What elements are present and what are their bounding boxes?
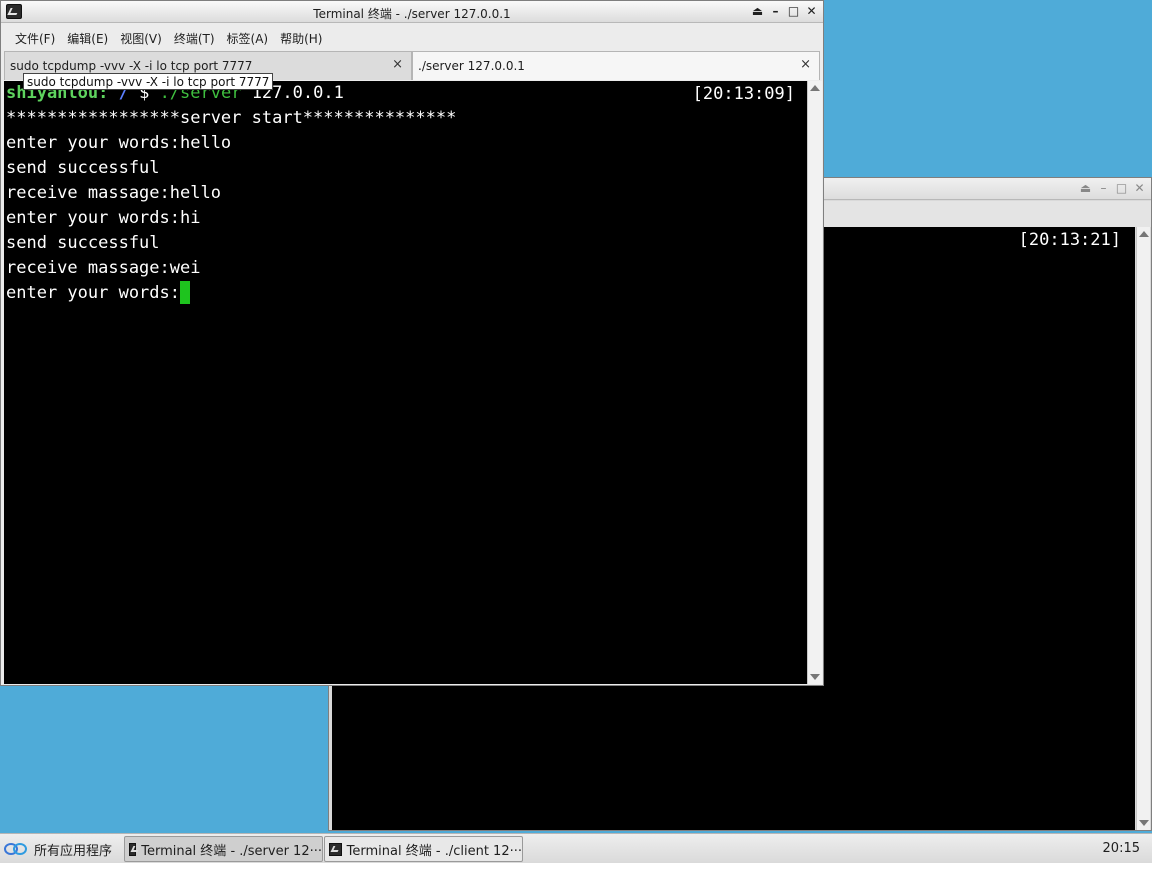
menu-view[interactable]: 视图(V): [114, 25, 168, 49]
taskbar-item-label: Terminal 终端 - ./client 12···: [346, 843, 522, 859]
output-line: enter your words:hi: [6, 208, 201, 228]
text-cursor: [180, 281, 190, 304]
minimize-icon[interactable]: –: [1095, 180, 1112, 197]
input-line[interactable]: enter your words:: [6, 281, 190, 306]
shade-icon[interactable]: ⏏: [749, 3, 766, 20]
scroll-up-icon[interactable]: [1139, 231, 1149, 237]
client-scrollbar[interactable]: [1136, 227, 1150, 830]
output-line: enter your words:hello: [6, 133, 232, 153]
output-line: send successful: [6, 158, 160, 178]
menu-edit[interactable]: 编辑(E): [61, 25, 114, 49]
clock[interactable]: 20:15: [1103, 841, 1140, 856]
output-line: receive massage:hello: [6, 183, 221, 203]
scroll-up-icon[interactable]: [810, 85, 820, 91]
tab-server[interactable]: ./server 127.0.0.1 ×: [412, 51, 820, 80]
input-prompt: enter your words:: [6, 283, 180, 303]
menu-tabs[interactable]: 标签(A): [221, 25, 275, 49]
scroll-down-icon[interactable]: [1139, 820, 1149, 826]
applications-label: 所有应用程序: [34, 843, 113, 859]
window-title: Terminal 终端 - ./server 127.0.0.1: [313, 7, 511, 21]
server-scrollbar[interactable]: [807, 81, 822, 684]
taskbar-item-label: Terminal 终端 - ./server 12···: [141, 843, 322, 859]
menu-terminal[interactable]: 终端(T): [168, 25, 221, 49]
tab-label: ./server 127.0.0.1: [418, 59, 525, 73]
menu-help[interactable]: 帮助(H): [274, 25, 328, 49]
close-icon[interactable]: ×: [392, 57, 403, 72]
server-terminal-window[interactable]: Terminal 终端 - ./server 127.0.0.1 ⏏ – □ ✕…: [0, 0, 824, 686]
maximize-icon[interactable]: □: [785, 3, 802, 20]
shade-icon[interactable]: ⏏: [1077, 180, 1094, 197]
maximize-icon[interactable]: □: [1113, 180, 1130, 197]
server-window-controls: ⏏ – □ ✕: [749, 3, 820, 20]
scroll-down-icon[interactable]: [810, 674, 820, 680]
output-line: send successful: [6, 233, 160, 253]
applications-menu-button[interactable]: 所有应用程序: [4, 838, 112, 860]
close-icon[interactable]: ✕: [1131, 180, 1148, 197]
client-window-controls: ⏏ – □ ✕: [1077, 180, 1148, 197]
minimize-icon[interactable]: –: [767, 3, 784, 20]
taskbar-item-server[interactable]: Terminal 终端 - ./server 12···: [124, 836, 323, 862]
prompt-time: [20:13:09]: [692, 84, 795, 104]
output-line: receive massage:wei: [6, 258, 201, 278]
applications-icon: [4, 842, 28, 856]
tab-tooltip: sudo tcpdump -vvv -X -i lo tcp port 7777: [23, 73, 274, 90]
terminal-output[interactable]: shiyanlou: / $ ./server 127.0.0.1 [20:13…: [4, 81, 807, 684]
server-titlebar[interactable]: Terminal 终端 - ./server 127.0.0.1 ⏏ – □ ✕: [1, 1, 823, 23]
close-icon[interactable]: ×: [800, 57, 811, 72]
terminal-icon: [329, 842, 342, 856]
taskbar: 所有应用程序 Terminal 终端 - ./server 12··· Term…: [0, 833, 1152, 863]
menu-file[interactable]: 文件(F): [9, 25, 61, 49]
bottom-margin: [0, 863, 1152, 896]
taskbar-item-client[interactable]: Terminal 终端 - ./client 12···: [324, 836, 523, 862]
client-time: [20:13:21]: [1018, 230, 1121, 250]
menubar: 文件(F) 编辑(E) 视图(V) 终端(T) 标签(A) 帮助(H): [1, 25, 823, 49]
close-icon[interactable]: ✕: [803, 3, 820, 20]
terminal-icon: [129, 842, 137, 856]
output-line: *****************server start***********…: [6, 108, 457, 128]
tab-label: sudo tcpdump -vvv -X -i lo tcp port 7777: [10, 59, 253, 73]
